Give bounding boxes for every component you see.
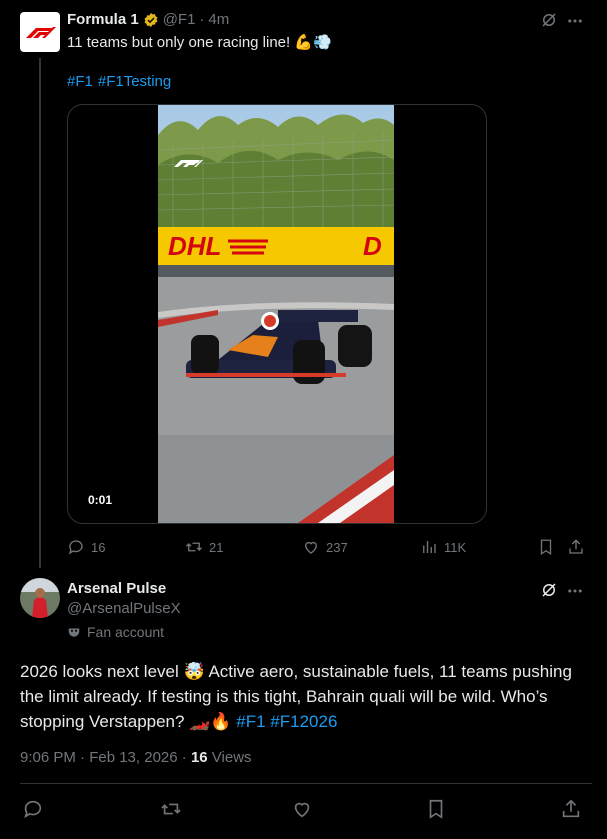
views-icon	[423, 541, 436, 553]
avatar-formula1[interactable]	[20, 12, 60, 52]
views-count: 11K	[444, 539, 467, 555]
fan-account-label: Fan account	[87, 624, 165, 640]
like-count: 237	[326, 539, 348, 555]
dot-separator: ·	[199, 11, 205, 28]
reply-icon	[68, 540, 83, 555]
views-label: Views	[207, 749, 252, 766]
repost-button[interactable]: 21	[185, 538, 223, 556]
views-number: 16	[190, 749, 208, 766]
svg-text:D: D	[363, 231, 382, 261]
views-button[interactable]: 11K	[420, 538, 466, 556]
author-name[interactable]: Formula 1	[67, 11, 139, 28]
hashtag-f1-2[interactable]: #F1	[236, 712, 265, 731]
tweet-text: 11 teams but only one racing line! 💪💨	[67, 34, 332, 51]
bookmark-icon[interactable]	[537, 538, 555, 556]
mask-icon	[68, 628, 80, 637]
thread-line	[39, 58, 41, 568]
like-icon-2[interactable]	[291, 798, 313, 820]
like-button[interactable]: 237	[302, 538, 348, 556]
svg-text:DHL: DHL	[168, 231, 221, 261]
author-name-2[interactable]: Arsenal Pulse	[67, 580, 166, 597]
post-time[interactable]: 9:06 PM · Feb 13, 2026 ·	[20, 749, 191, 766]
bookmark-icon-2[interactable]	[425, 798, 447, 820]
repost-count: 21	[209, 539, 224, 555]
divider	[20, 783, 592, 784]
reply-count: 16	[91, 539, 106, 555]
grok-icon[interactable]	[540, 11, 558, 29]
video-timestamp: 0:01	[88, 493, 113, 507]
video-frame: DHL D	[158, 105, 394, 523]
share-icon[interactable]	[567, 538, 585, 556]
author-handle-2[interactable]: @ArsenalPulseX	[67, 600, 181, 617]
reply-icon-2[interactable]	[22, 798, 44, 820]
f1-logo-icon	[26, 27, 56, 38]
author-handle[interactable]: @F1	[163, 11, 196, 28]
more-icon[interactable]	[566, 12, 584, 30]
like-icon	[305, 541, 317, 554]
avatar-arsenal-pulse[interactable]	[20, 578, 60, 618]
grok-icon-2[interactable]	[540, 581, 558, 599]
verified-badge-icon	[143, 12, 159, 28]
video-player[interactable]: DHL D 0:01	[67, 104, 487, 524]
hashtag-f1[interactable]: #F1	[67, 73, 93, 90]
repost-icon	[186, 542, 202, 552]
reply-button[interactable]: 16	[67, 538, 105, 556]
hashtag-f1testing[interactable]: #F1Testing	[98, 73, 171, 90]
timestamp[interactable]: 4m	[208, 11, 229, 28]
hashtag-f12026[interactable]: #F12026	[270, 712, 337, 731]
tweet-body: 2026 looks next level 🤯 Active aero, sus…	[20, 659, 592, 734]
repost-icon-2[interactable]	[160, 798, 182, 820]
share-icon-2[interactable]	[560, 798, 582, 820]
more-icon-2[interactable]	[566, 582, 584, 600]
